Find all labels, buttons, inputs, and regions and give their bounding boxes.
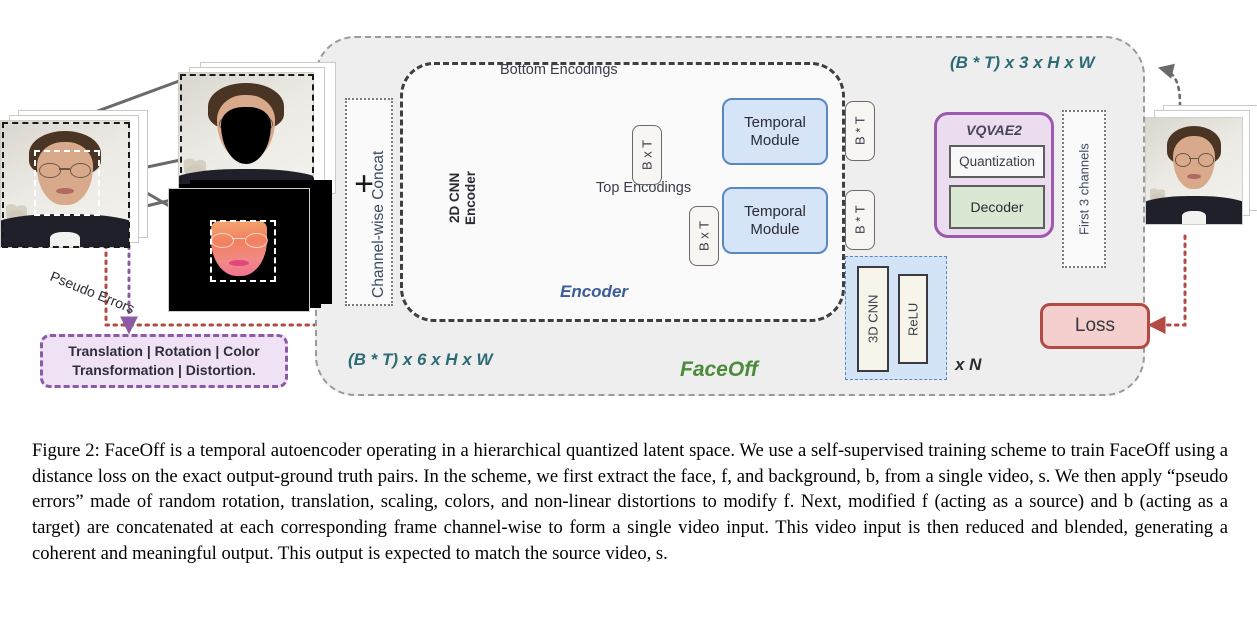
vqvae2-box: VQVAE2 Quantization Decoder [934, 112, 1054, 238]
residual-cell-3dcnn-text: 3D CNN [865, 294, 881, 344]
top-btimes-text: B * T [852, 205, 868, 235]
cnn-encoder-label2: Encoder [463, 150, 478, 245]
loss-box: Loss [1040, 303, 1150, 349]
face-crop-selection [34, 150, 100, 216]
faceoff-title: FaceOff [680, 358, 758, 381]
vqvae2-title: VQVAE2 [966, 122, 1022, 138]
caption-text: FaceOff is a temporal autoencoder operat… [32, 440, 1228, 564]
temporal-module-top: Temporal Module [722, 187, 828, 254]
bottom-btimes-tag: B * T [845, 101, 875, 161]
channel-concat-label: Channel-wise Concat [370, 150, 387, 298]
output-dim-label: (B * T) x 3 x H x W [950, 53, 1095, 72]
vqvae2-decoder: Decoder [949, 185, 1045, 229]
pseudo-errors-box: Translation | Rotation | Color Transform… [40, 334, 288, 388]
encoder-title: Encoder [560, 282, 629, 301]
bottom-btimes-text: B * T [852, 116, 868, 146]
cnn-encoder-line2: Encoder [463, 170, 478, 225]
distorted-face-stack [168, 180, 338, 312]
bottom-encodings-label: Bottom Encodings [500, 62, 618, 78]
temporal-module-top-line1: Temporal [744, 203, 806, 221]
bottom-bxt-text: B x T [639, 139, 655, 171]
bottom-bxt-tag: B x T [632, 125, 662, 185]
first-channels-group: First 3 channels [1062, 110, 1106, 268]
temporal-module-top-line2: Module [750, 220, 800, 238]
distorted-face-selection [210, 220, 276, 282]
residual-repeat-label: x N [955, 355, 982, 374]
vqvae2-quantization: Quantization [949, 145, 1045, 178]
temporal-module-bottom-line1: Temporal [744, 114, 806, 132]
caption-number: Figure 2: [32, 440, 100, 461]
cnn-encoder-label: 2D CNN [447, 150, 463, 245]
figure-diagram: FaceOff Encoder (B * T) x 3 x H x W (B *… [0, 0, 1257, 430]
first-channels-label: First 3 channels [1076, 143, 1092, 235]
top-bxt-tag: B x T [689, 206, 719, 266]
top-bxt-text: B x T [696, 220, 712, 252]
residual-cell-relu: ReLU [898, 274, 928, 364]
temporal-module-bottom-line2: Module [750, 131, 800, 149]
residual-cell-relu-text: ReLU [905, 302, 921, 336]
figure-caption: Figure 2: FaceOff is a temporal autoenco… [32, 438, 1228, 566]
input-dim-label: (B * T) x 6 x H x W [348, 350, 493, 369]
residual-cell-3dcnn: 3D CNN [857, 266, 889, 372]
pseudo-errors-line1: Translation | Rotation | Color [68, 343, 260, 360]
residual-block-group: 3D CNN ReLU [845, 256, 947, 380]
top-btimes-tag: B * T [845, 190, 875, 250]
pseudo-errors-line2: Transformation | Distortion. [72, 362, 256, 378]
output-video-stack [1145, 105, 1257, 237]
output-frame-photo [1145, 117, 1243, 225]
source-video-stack [0, 110, 150, 250]
temporal-module-bottom: Temporal Module [722, 98, 828, 165]
cnn-encoder-line1: 2D CNN [447, 172, 462, 223]
